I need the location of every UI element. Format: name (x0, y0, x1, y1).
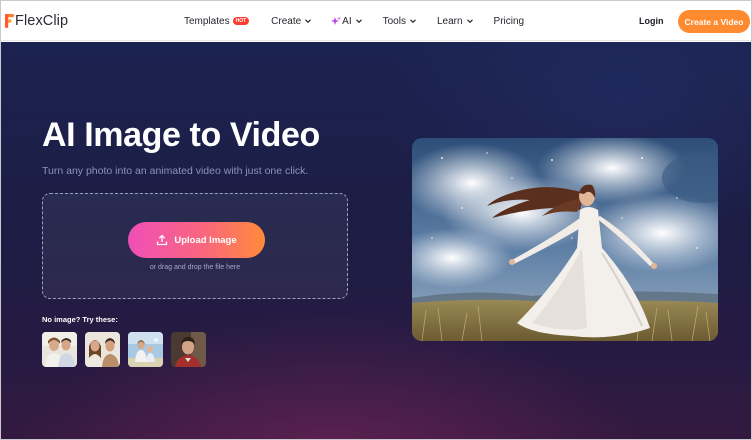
drop-hint: or drag and drop the file here (149, 264, 241, 271)
menu-create[interactable]: Create (271, 16, 313, 27)
menu-learn[interactable]: Learn (437, 16, 475, 27)
brand-name: FlexClip (15, 13, 69, 29)
sample-image-couple-2[interactable] (85, 332, 120, 367)
flexclip-logo-icon (5, 14, 14, 28)
menu-learn-label: Learn (436, 15, 463, 27)
menu-ai[interactable]: AI (331, 16, 363, 27)
upload-dropzone[interactable]: Upload Image or drag and drop the file h… (42, 193, 348, 299)
create-video-button[interactable]: Create a Video (678, 10, 750, 33)
ai-sparkle-icon (331, 16, 341, 25)
chevron-down-icon (410, 19, 416, 24)
menu-ai-label: AI (342, 15, 352, 27)
hero-preview-image (412, 138, 718, 341)
upload-icon (157, 234, 168, 246)
top-navbar: FlexClip Templates HOT Create AI Tools L… (1, 1, 751, 41)
upload-image-label: Upload Image (174, 234, 237, 246)
chevron-down-icon (305, 19, 312, 24)
flexclip-logo[interactable]: FlexClip (5, 12, 68, 30)
man-portrait (171, 332, 206, 367)
hero-section: AI Image to Video Turn any photo into an… (1, 42, 751, 439)
upload-image-button[interactable]: Upload Image (128, 222, 265, 258)
menu-create-label: Create (271, 15, 302, 27)
menu-templates-label: Templates (184, 15, 230, 27)
hot-badge: HOT (232, 17, 250, 25)
family-photo (128, 332, 163, 367)
login-link[interactable]: Login (639, 16, 664, 26)
chevron-down-icon (466, 19, 473, 24)
sample-image-man[interactable] (171, 332, 206, 367)
page-title: AI Image to Video (42, 116, 320, 154)
samples-label: No image? Try these: (42, 315, 118, 324)
sample-image-couple[interactable] (42, 332, 77, 367)
menu-templates[interactable]: Templates HOT (184, 15, 250, 27)
couple-photo (42, 332, 77, 367)
page-subtitle: Turn any photo into an animated video wi… (42, 165, 309, 177)
sample-image-family[interactable] (128, 332, 163, 367)
menu-tools-label: Tools (382, 15, 406, 27)
page: FlexClip Templates HOT Create AI Tools L… (0, 0, 752, 440)
sample-images (42, 332, 214, 367)
chevron-down-icon (355, 19, 362, 24)
menu-tools[interactable]: Tools (383, 16, 418, 27)
main-menu: Templates HOT Create AI Tools Learn Pric… (184, 1, 524, 41)
woman-in-field-image (412, 138, 718, 341)
menu-pricing[interactable]: Pricing (494, 16, 525, 27)
menu-pricing-label: Pricing (493, 15, 525, 27)
couple-photo (85, 332, 120, 367)
